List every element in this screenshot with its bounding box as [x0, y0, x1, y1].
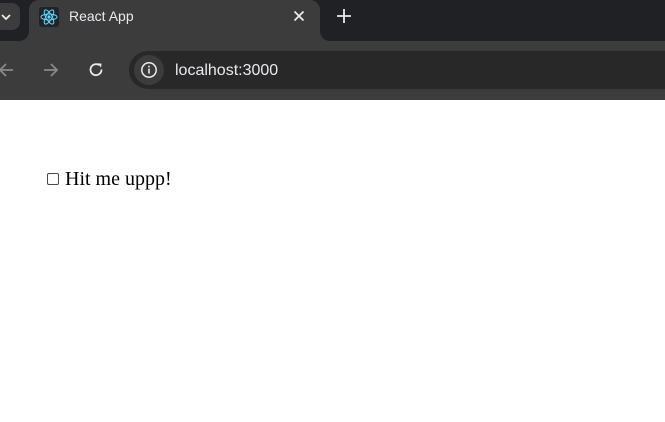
- page-content: Hit me uppp!: [0, 100, 665, 422]
- tab-title: React App: [69, 8, 134, 24]
- tab-strip: React App: [0, 0, 665, 41]
- url-text[interactable]: localhost:3000: [175, 61, 278, 80]
- address-bar[interactable]: localhost:3000: [129, 51, 665, 89]
- hit-me-checkbox[interactable]: [47, 173, 59, 185]
- browser-window: React App localhost:3000 Hit me uppp!: [0, 0, 665, 422]
- close-icon[interactable]: [291, 8, 307, 24]
- tab-react-app[interactable]: React App: [29, 0, 320, 41]
- arrow-left-icon[interactable]: [0, 60, 16, 80]
- react-logo-icon: [39, 7, 59, 27]
- chevron-down-icon: [1, 14, 11, 21]
- site-info-button[interactable]: [134, 55, 164, 85]
- reload-icon[interactable]: [86, 60, 106, 80]
- arrow-right-icon[interactable]: [41, 60, 61, 80]
- tab-list-button[interactable]: [0, 3, 20, 30]
- info-icon: [141, 62, 157, 78]
- hit-me-checkbox-row[interactable]: Hit me uppp!: [47, 167, 172, 191]
- checkbox-label[interactable]: Hit me uppp!: [65, 167, 172, 191]
- browser-toolbar: localhost:3000: [0, 41, 665, 100]
- plus-icon[interactable]: [334, 6, 354, 26]
